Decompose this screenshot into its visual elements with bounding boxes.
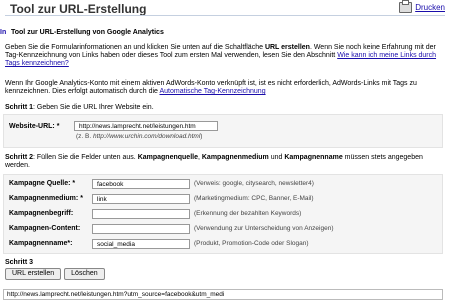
campaign-medium-hint: (Marketingmedium: CPC, Banner, E-Mail) xyxy=(194,195,314,202)
generated-url-field[interactable]: http://news.lamprecht.net/leistungen.htm… xyxy=(3,289,443,300)
auto-tagging-link[interactable]: Automatische Tag-Kennzeichnung xyxy=(159,88,265,95)
campaign-source-input[interactable]: facebook xyxy=(92,179,190,189)
step3-actions: URL erstellen Löschen xyxy=(5,268,105,280)
website-url-input[interactable]: http://news.lamprecht.net/leistungen.htm xyxy=(74,121,218,131)
step3-heading: Schritt 3 xyxy=(5,259,34,266)
step2-box: Kampagne Quelle: * facebook (Verweis: go… xyxy=(3,174,443,254)
campaign-name-hint: (Produkt, Promotion-Code oder Slogan) xyxy=(194,240,309,247)
campaign-medium-label: Kampagnenmedium: * xyxy=(9,195,83,202)
intro-paragraph-2: Wenn Ihr Google Analytics-Konto mit eine… xyxy=(5,80,417,95)
page-title: Tool zur URL-Erstellung xyxy=(10,2,147,16)
campaign-term-label: Kampagnenbegriff: xyxy=(9,210,74,217)
campaign-content-hint: (Verwendung zur Unterscheidung von Anzei… xyxy=(194,225,334,232)
intro-paragraph-1: Geben Sie die Formularinformationen an u… xyxy=(5,44,437,67)
section-subtitle: Tool zur URL-Erstellung von Google Analy… xyxy=(11,29,164,36)
print-label[interactable]: Drucken xyxy=(415,3,445,12)
clear-button[interactable]: Löschen xyxy=(64,268,105,280)
campaign-medium-input[interactable]: link xyxy=(92,194,190,204)
campaign-content-input[interactable] xyxy=(92,224,190,234)
website-url-hint: (z. B. http://www.urchin.com/download.ht… xyxy=(76,133,203,140)
campaign-term-hint: (Erkennung der bezahlten Keywords) xyxy=(194,210,302,217)
header-divider xyxy=(5,15,445,16)
campaign-name-input[interactable]: social_media xyxy=(92,239,190,249)
brand-fragment: In xyxy=(0,29,7,36)
campaign-source-hint: (Verweis: google, citysearch, newsletter… xyxy=(194,180,314,187)
step1-heading: Schritt 1: Geben Sie die URL Ihrer Websi… xyxy=(5,104,154,111)
campaign-term-input[interactable] xyxy=(92,209,190,219)
campaign-source-label: Kampagne Quelle: * xyxy=(9,180,76,187)
create-url-button[interactable]: URL erstellen xyxy=(5,268,62,280)
website-url-label: Website-URL: * xyxy=(9,123,60,130)
step2-heading: Schritt 2: Füllen Sie die Felder unten a… xyxy=(5,154,423,169)
campaign-name-label: Kampagnenname*: xyxy=(9,240,73,247)
printer-icon xyxy=(399,0,413,13)
print-link[interactable]: Drucken xyxy=(399,0,445,13)
campaign-content-label: Kampagnen-Content: xyxy=(9,225,81,232)
step1-box: Website-URL: * http://news.lamprecht.net… xyxy=(3,114,443,148)
